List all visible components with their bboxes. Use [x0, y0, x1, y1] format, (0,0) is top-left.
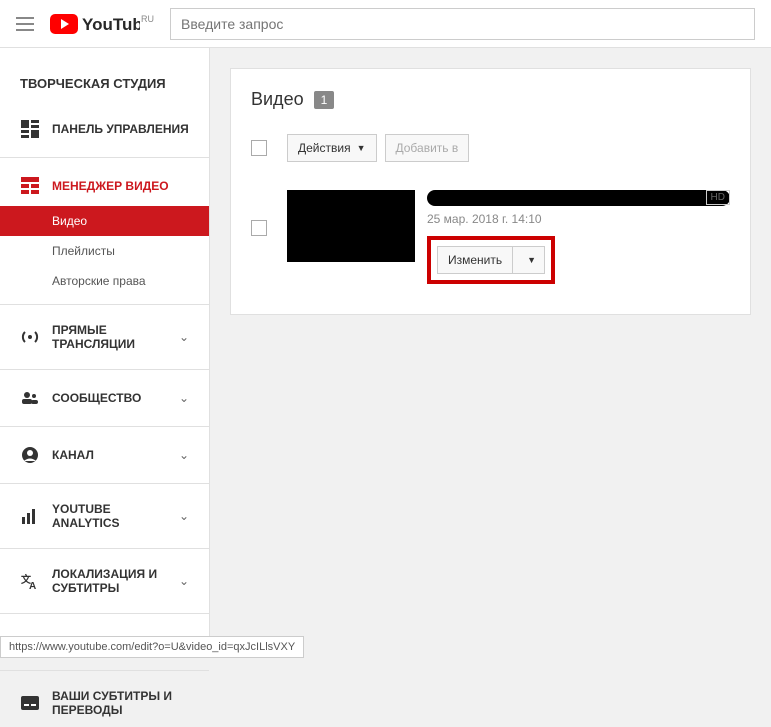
- analytics-icon: [20, 506, 40, 526]
- sidebar-item-label: ЛОКАЛИЗАЦИЯ И СУБТИТРЫ: [52, 567, 179, 595]
- main: Видео 1 Действия ▼ Добавить в HD 25 мар.…: [210, 48, 771, 658]
- sidebar-item-label: МЕНЕДЖЕР ВИДЕО: [52, 179, 189, 193]
- chevron-down-icon: ⌄: [179, 330, 189, 344]
- edit-highlight: Изменить ▼: [427, 236, 555, 284]
- community-icon: [20, 388, 40, 408]
- chevron-down-icon: ⌄: [179, 391, 189, 405]
- sidebar-item-live[interactable]: ПРЯМЫЕ ТРАНСЛЯЦИИ ⌄: [0, 313, 209, 361]
- search-input[interactable]: [170, 8, 755, 40]
- toolbar: Действия ▼ Добавить в: [251, 134, 730, 162]
- dashboard-icon: [20, 119, 40, 139]
- actions-button[interactable]: Действия ▼: [287, 134, 377, 162]
- menu-icon[interactable]: [16, 17, 34, 31]
- edit-dropdown-button[interactable]: ▼: [512, 246, 545, 274]
- sidebar-sub-playlists[interactable]: Плейлисты: [0, 236, 209, 266]
- subtitles-icon: [20, 693, 40, 713]
- sidebar-item-analytics[interactable]: YOUTUBE ANALYTICS ⌄: [0, 492, 209, 540]
- sidebar-item-dashboard[interactable]: ПАНЕЛЬ УПРАВЛЕНИЯ: [0, 109, 209, 149]
- sidebar-item-community[interactable]: СООБЩЕСТВО ⌄: [0, 378, 209, 418]
- page-title: Видео: [251, 89, 304, 110]
- video-thumbnail[interactable]: [287, 190, 415, 262]
- sidebar-item-label: ПАНЕЛЬ УПРАВЛЕНИЯ: [52, 122, 189, 136]
- header: YouTube RU: [0, 0, 771, 48]
- video-date: 25 мар. 2018 г. 14:10: [427, 212, 730, 226]
- sidebar-item-label: YOUTUBE ANALYTICS: [52, 502, 179, 530]
- caret-down-icon: ▼: [357, 143, 366, 153]
- youtube-logo[interactable]: YouTube RU: [50, 14, 140, 34]
- chevron-down-icon: ⌄: [179, 509, 189, 523]
- live-icon: [20, 327, 40, 347]
- sidebar: ТВОРЧЕСКАЯ СТУДИЯ ПАНЕЛЬ УПРАВЛЕНИЯ МЕНЕ…: [0, 48, 210, 658]
- sidebar-item-label: ВАШИ СУБТИТРЫ И ПЕРЕВОДЫ: [52, 689, 189, 717]
- sidebar-sub-videos[interactable]: Видео: [0, 206, 209, 236]
- video-row: HD 25 мар. 2018 г. 14:10 Изменить ▼: [251, 180, 730, 294]
- select-all-checkbox[interactable]: [251, 140, 267, 156]
- add-to-button[interactable]: Добавить в: [385, 134, 470, 162]
- sidebar-item-video-manager[interactable]: МЕНЕДЖЕР ВИДЕО: [0, 166, 209, 206]
- channel-icon: [20, 445, 40, 465]
- chevron-down-icon: ⌄: [179, 448, 189, 462]
- locale-badge: RU: [141, 14, 154, 24]
- sidebar-item-channel[interactable]: КАНАЛ ⌄: [0, 435, 209, 475]
- hd-badge: HD: [706, 190, 730, 205]
- translate-icon: 文A: [20, 571, 40, 591]
- chevron-down-icon: ⌄: [179, 574, 189, 588]
- video-title[interactable]: [427, 190, 730, 206]
- status-bar: https://www.youtube.com/edit?o=U&video_i…: [0, 636, 304, 658]
- sidebar-item-label: ПРЯМЫЕ ТРАНСЛЯЦИИ: [52, 323, 179, 351]
- row-checkbox[interactable]: [251, 220, 267, 236]
- svg-text:A: A: [29, 581, 36, 590]
- sidebar-item-contrib[interactable]: ВАШИ СУБТИТРЫ И ПЕРЕВОДЫ: [0, 679, 209, 727]
- sidebar-title: ТВОРЧЕСКАЯ СТУДИЯ: [0, 66, 209, 109]
- sidebar-item-localization[interactable]: 文A ЛОКАЛИЗАЦИЯ И СУБТИТРЫ ⌄: [0, 557, 209, 605]
- video-manager-icon: [20, 176, 40, 196]
- svg-text:YouTube: YouTube: [82, 15, 140, 34]
- video-count: 1: [314, 91, 335, 109]
- caret-down-icon: ▼: [527, 255, 536, 265]
- sidebar-sub-copyright[interactable]: Авторские права: [0, 266, 209, 296]
- sidebar-item-label: СООБЩЕСТВО: [52, 391, 179, 405]
- sidebar-item-label: КАНАЛ: [52, 448, 179, 462]
- edit-button[interactable]: Изменить: [437, 246, 512, 274]
